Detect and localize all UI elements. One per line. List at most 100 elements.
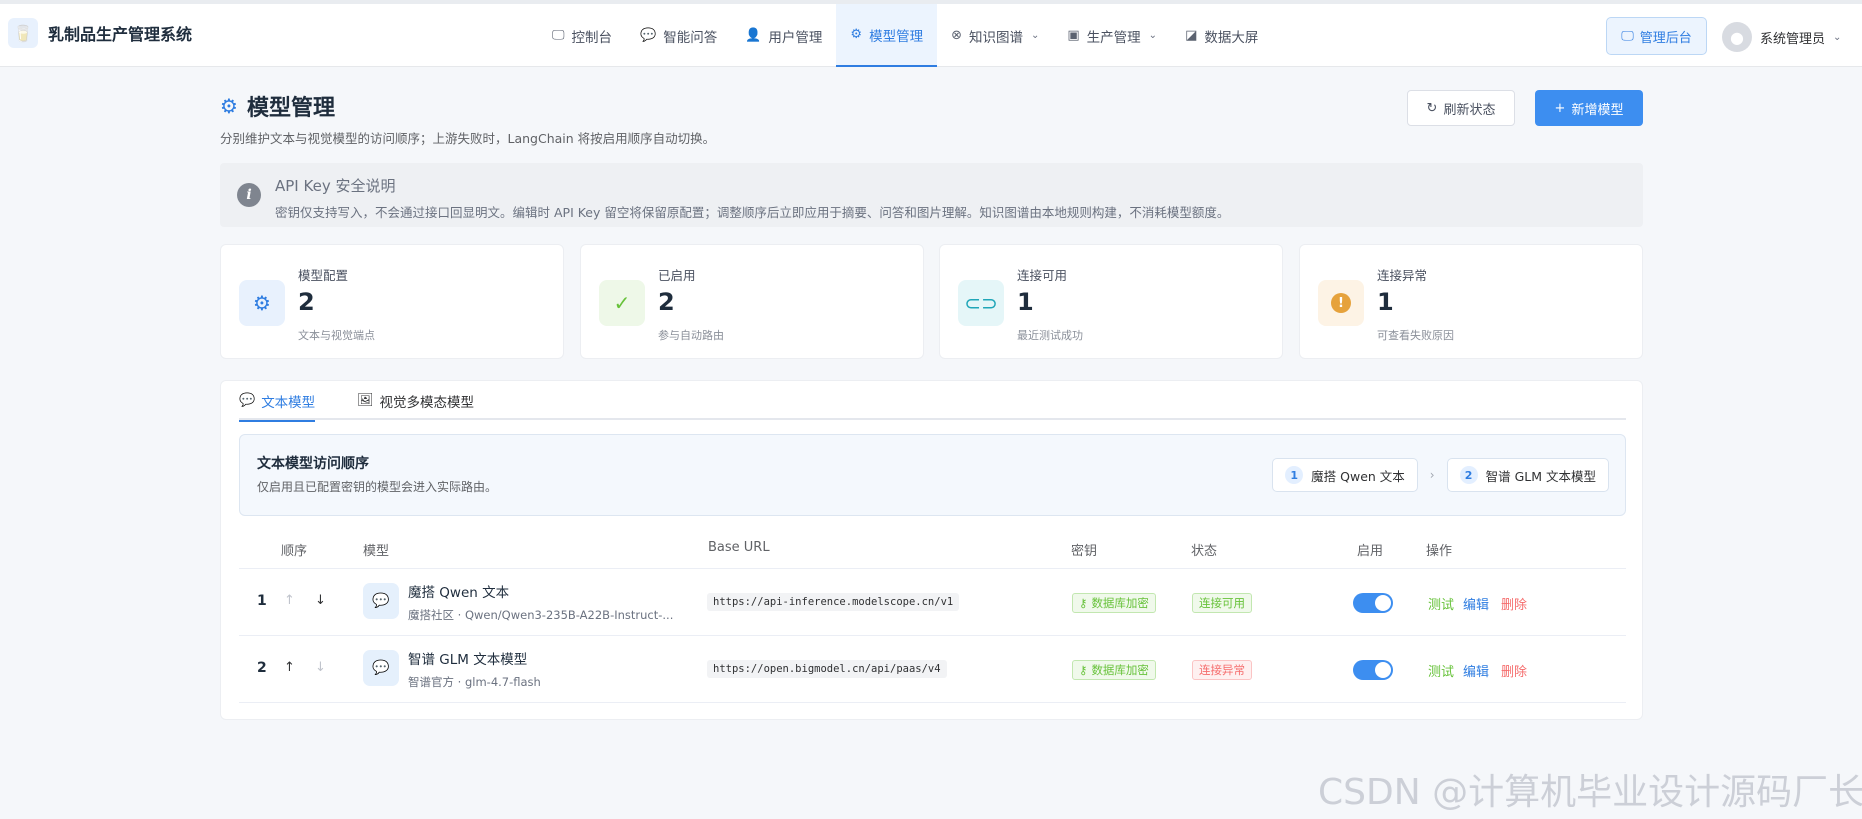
- key-icon: ⚷: [1079, 663, 1088, 677]
- col-actions: 操作: [1426, 544, 1453, 559]
- stat-note: 文本与视觉端点: [298, 329, 375, 342]
- chip-icon: ⚙: [220, 94, 238, 118]
- graph-icon: ⊗: [951, 28, 962, 43]
- nav-label: 模型管理: [869, 28, 924, 45]
- col-status: 状态: [1191, 544, 1218, 559]
- image-icon: 🖼: [357, 393, 374, 408]
- edit-button[interactable]: 编辑: [1463, 661, 1489, 680]
- app-title: 乳制品生产管理系统: [48, 25, 193, 44]
- nav-label: 智能问答: [663, 29, 718, 46]
- chat-icon: 💬: [239, 393, 256, 408]
- col-url: Base URL: [708, 540, 770, 555]
- admin-console-button[interactable]: 🖵 管理后台: [1606, 17, 1707, 55]
- user-name: 系统管理员: [1760, 31, 1826, 47]
- key-label: 数据库加密: [1091, 663, 1149, 677]
- enable-toggle[interactable]: [1353, 660, 1393, 680]
- watermark: CSDN @计算机毕业设计源码厂长: [1318, 772, 1862, 813]
- nav-item-knowledge-graph[interactable]: ⊗ 知识图谱 ⌄: [937, 4, 1053, 67]
- chevron-down-icon: ⌄: [1833, 31, 1842, 43]
- main-nav: 🖵 控制台 💬 智能问答 👤 用户管理 ⚙ 模型管理 ⊗ 知识图谱 ⌄ ▣ 生产…: [538, 4, 1272, 67]
- nav-item-models[interactable]: ⚙ 模型管理: [836, 4, 938, 67]
- base-url: https://api-inference.modelscope.cn/v1: [707, 593, 960, 611]
- gear-icon: ⚙: [850, 27, 863, 42]
- table-row: 2 ↑ ↓ 💬 智谱 GLM 文本模型 智谱官方 · glm-4.7-flash…: [239, 636, 1626, 703]
- nav-item-production[interactable]: ▣ 生产管理 ⌄: [1053, 4, 1171, 67]
- stat-card-enabled: ✓ 已启用 2 参与自动路由: [580, 244, 924, 359]
- enable-toggle[interactable]: [1353, 593, 1393, 613]
- add-model-button[interactable]: + 新增模型: [1535, 90, 1643, 126]
- tab-vision-models[interactable]: 🖼 视觉多模态模型: [357, 381, 474, 420]
- order-chip: 1 魔搭 Qwen 文本: [1272, 458, 1418, 492]
- refresh-status-button[interactable]: ↻ 刷新状态: [1407, 90, 1515, 126]
- avatar: ●: [1722, 22, 1752, 52]
- check-circle-icon: ✓: [599, 280, 645, 326]
- test-button[interactable]: 测试: [1428, 594, 1454, 613]
- chip-label: 智谱 GLM 文本模型: [1485, 468, 1596, 484]
- col-key: 密钥: [1071, 544, 1098, 559]
- chip-number: 1: [1285, 466, 1304, 484]
- stat-value: 1: [1377, 288, 1394, 316]
- tab-text-models[interactable]: 💬 文本模型: [239, 381, 316, 422]
- nav-label: 知识图谱: [968, 29, 1023, 46]
- chat-icon: 💬: [363, 650, 399, 686]
- stat-value: 1: [1017, 288, 1034, 316]
- info-icon: i: [237, 183, 261, 207]
- chip-number: 2: [1459, 466, 1478, 484]
- models-card: 💬 文本模型 🖼 视觉多模态模型 文本模型访问顺序 仅启用且已配置密钥的模型会进…: [220, 380, 1643, 720]
- order-chips: 1 魔搭 Qwen 文本 › 2 智谱 GLM 文本模型: [1272, 458, 1609, 492]
- brand[interactable]: 🥛 乳制品生产管理系统: [8, 18, 192, 48]
- stat-note: 参与自动路由: [658, 329, 724, 342]
- nav-item-users[interactable]: 👤 用户管理: [731, 4, 836, 67]
- security-alert: i API Key 安全说明 密钥仅支持写入，不会通过接口回显明文。编辑时 AP…: [220, 163, 1643, 227]
- test-button[interactable]: 测试: [1428, 661, 1454, 680]
- stat-label: 模型配置: [298, 268, 349, 283]
- nav-label: 生产管理: [1086, 29, 1141, 46]
- move-down-icon[interactable]: ↓: [315, 660, 326, 675]
- nav-item-data-screen[interactable]: ◪ 数据大屏: [1171, 4, 1272, 67]
- model-tabs: 💬 文本模型 🖼 视觉多模态模型: [239, 381, 1626, 422]
- nav-item-dashboard[interactable]: 🖵 控制台: [538, 4, 626, 67]
- edit-button[interactable]: 编辑: [1463, 594, 1489, 613]
- nav-label: 用户管理: [768, 29, 823, 46]
- model-name: 魔搭 Qwen 文本: [408, 585, 510, 601]
- delete-button[interactable]: 删除: [1501, 594, 1527, 613]
- chat-icon: 💬: [640, 28, 657, 43]
- stat-card-configs: ⚙ 模型配置 2 文本与视觉端点: [220, 244, 564, 359]
- stat-card-errors: ! 连接异常 1 可查看失败原因: [1299, 244, 1643, 359]
- delete-button[interactable]: 删除: [1501, 661, 1527, 680]
- alert-title: API Key 安全说明: [275, 177, 396, 195]
- plus-icon: +: [1554, 100, 1566, 116]
- chart-icon: ◪: [1185, 28, 1198, 43]
- monitor-icon: 🖵: [552, 28, 565, 43]
- move-up-icon[interactable]: ↑: [284, 593, 295, 608]
- stat-card-available: ⊂⊃ 连接可用 1 最近测试成功: [939, 244, 1283, 359]
- move-up-icon[interactable]: ↑: [284, 660, 295, 675]
- nav-label: 数据大屏: [1204, 29, 1259, 46]
- add-label: 新增模型: [1571, 102, 1624, 118]
- stat-label: 已启用: [658, 268, 696, 283]
- page-title: ⚙ 模型管理: [220, 90, 335, 122]
- milk-cup-icon: 🥛: [8, 18, 38, 48]
- stat-note: 最近测试成功: [1017, 329, 1083, 342]
- nav-item-qa[interactable]: 💬 智能问答: [626, 4, 731, 67]
- key-badge: ⚷ 数据库加密: [1072, 660, 1156, 680]
- order-chip: 2 智谱 GLM 文本模型: [1446, 458, 1609, 492]
- row-order: 2: [257, 660, 267, 676]
- key-icon: ⚷: [1079, 596, 1088, 610]
- stat-value: 2: [298, 288, 315, 316]
- refresh-icon: ↻: [1426, 100, 1438, 116]
- user-menu[interactable]: ● 系统管理员 ⌄: [1722, 22, 1841, 52]
- refresh-label: 刷新状态: [1443, 102, 1496, 118]
- tab-label: 视觉多模态模型: [379, 394, 475, 411]
- page-title-text: 模型管理: [246, 96, 335, 121]
- move-down-icon[interactable]: ↓: [315, 593, 326, 608]
- access-order-panel: 文本模型访问顺序 仅启用且已配置密钥的模型会进入实际路由。 1 魔搭 Qwen …: [239, 434, 1626, 516]
- table-row: 1 ↑ ↓ 💬 魔搭 Qwen 文本 魔搭社区 · Qwen/Qwen3-235…: [239, 569, 1626, 636]
- alert-description: 密钥仅支持写入，不会通过接口回显明文。编辑时 API Key 留空将保留原配置；…: [275, 205, 1230, 220]
- monitor-icon: 🖵: [1621, 28, 1634, 44]
- col-order: 顺序: [281, 544, 308, 559]
- chip-icon: ⚙: [239, 280, 285, 326]
- chat-icon: 💬: [363, 583, 399, 619]
- order-title: 文本模型访问顺序: [257, 456, 369, 472]
- chevron-down-icon: ⌄: [1030, 30, 1040, 41]
